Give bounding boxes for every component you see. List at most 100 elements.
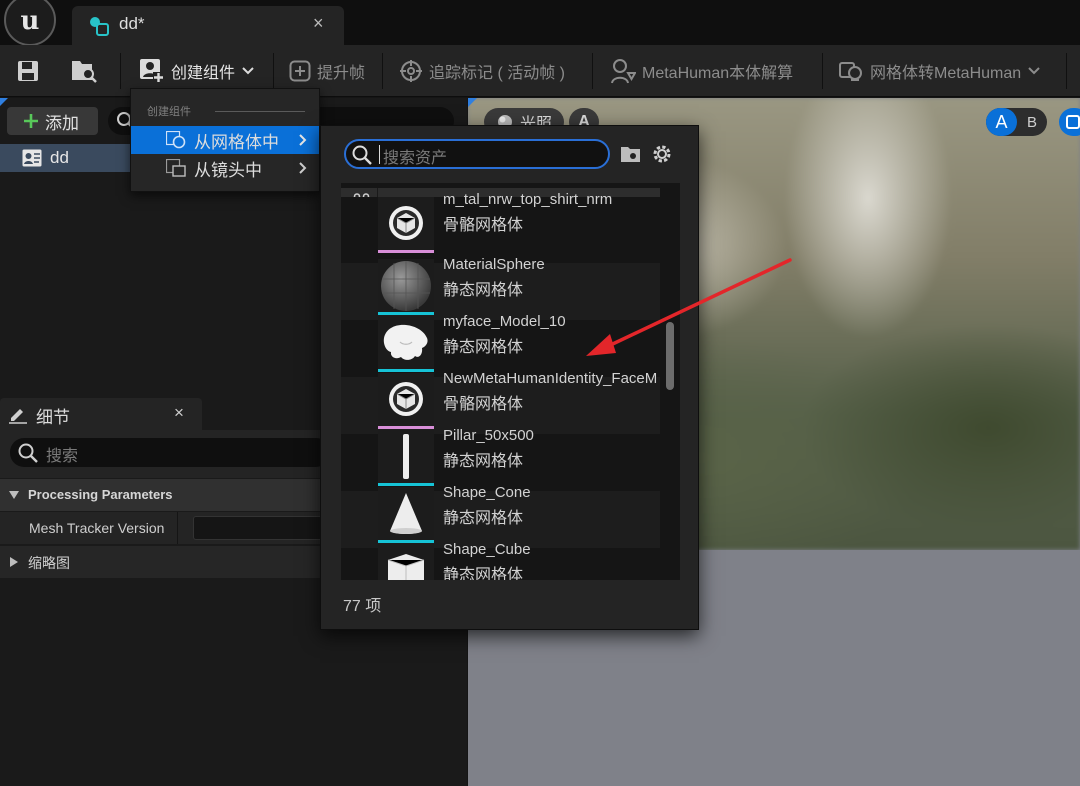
browse-asset-button[interactable] xyxy=(70,45,98,97)
add-component-button[interactable]: 添加 xyxy=(7,107,98,135)
crosshair-icon xyxy=(399,59,423,83)
identity-solve-label: MetaHuman本体解算 xyxy=(642,65,794,82)
menu-item-from-mesh[interactable]: 从网格体中 xyxy=(131,126,319,154)
metahuman-identity-icon xyxy=(88,15,110,37)
add-label: 添加 xyxy=(45,113,79,133)
identity-component-icon xyxy=(22,149,42,167)
annotation-arrow xyxy=(586,258,792,356)
plus-icon xyxy=(23,113,39,129)
static-mesh-type-bar xyxy=(378,369,434,372)
title-bar: u dd* × xyxy=(0,0,1080,46)
asset-name: myface_Model_10 xyxy=(443,313,566,330)
folder-filter-icon[interactable] xyxy=(620,145,642,163)
asset-tab[interactable]: dd* × xyxy=(72,6,344,45)
mesh-to-metahuman-button[interactable]: 网格体转MetaHuman xyxy=(838,45,1041,97)
panel-corner-marker xyxy=(468,98,477,107)
mesh-tracker-version-field[interactable] xyxy=(193,516,333,540)
details-close-button[interactable]: × xyxy=(174,403,184,423)
menu-header: 创建组件 xyxy=(147,106,191,118)
static-mesh-type-bar xyxy=(378,483,434,486)
list-item[interactable]: Shape_Cube 静态网格体 xyxy=(341,541,660,580)
item-count: 77 项 xyxy=(343,598,382,615)
asset-type: 静态网格体 xyxy=(443,567,524,580)
search-icon xyxy=(17,442,39,464)
menu-item-from-footage[interactable]: 从镜头中 xyxy=(131,154,319,182)
ab-toggle-a[interactable]: A xyxy=(986,108,1017,136)
asset-name: MaterialSphere xyxy=(443,256,545,273)
asset-name: NewMetaHumanIdentity_FaceM xyxy=(443,370,658,387)
panel-corner-marker xyxy=(0,98,8,106)
mesh-to-metahuman-icon xyxy=(838,58,864,84)
svg-text:u: u xyxy=(21,6,40,36)
search-icon xyxy=(351,144,373,166)
asset-name: m_tal_nrw_top_shirt_nrm xyxy=(443,191,613,208)
mesh-source-icon xyxy=(166,131,186,149)
menu-item-label: 从镜头中 xyxy=(194,160,262,180)
toolbar-separator xyxy=(822,53,823,89)
tab-close-button[interactable]: × xyxy=(313,13,324,34)
mesh-to-metahuman-label: 网格体转MetaHuman xyxy=(870,65,1022,82)
asset-thumbnail xyxy=(378,259,434,312)
skeletal-mesh-type-bar xyxy=(378,426,434,429)
identity-solve-button[interactable]: MetaHuman本体解算 xyxy=(610,45,793,97)
property-label: Mesh Tracker Version xyxy=(29,520,165,536)
asset-type: 骨骼网格体 xyxy=(443,396,524,413)
asset-type: 静态网格体 xyxy=(443,339,524,356)
chevron-down-icon xyxy=(1027,64,1041,78)
triangle-right-icon xyxy=(9,556,19,568)
ab-toggle: A B xyxy=(986,108,1047,136)
text-caret xyxy=(379,145,380,164)
list-item[interactable]: m_tal_nrw_top_shirt_nrm 骨骼网格体 xyxy=(341,191,660,254)
toolbar-separator xyxy=(592,53,593,89)
property-divider xyxy=(177,512,178,544)
list-item[interactable]: NewMetaHumanIdentity_FaceM 骨骼网格体 xyxy=(341,370,660,434)
section-title: Processing Parameters xyxy=(28,487,173,502)
pencil-icon xyxy=(8,404,28,424)
square-icon xyxy=(1066,115,1080,129)
asset-thumbnail xyxy=(378,316,434,369)
asset-type: 骨骼网格体 xyxy=(443,217,524,234)
unreal-logo-icon[interactable]: u xyxy=(4,0,56,46)
toolbar-separator xyxy=(120,53,121,89)
static-mesh-type-bar xyxy=(378,540,434,543)
browse-asset-icon xyxy=(70,58,98,84)
toolbar-separator xyxy=(273,53,274,89)
footage-source-icon xyxy=(166,159,186,177)
triangle-down-icon xyxy=(8,490,20,500)
save-button[interactable] xyxy=(16,45,40,97)
ab-toggle-b[interactable]: B xyxy=(1017,108,1047,136)
skeletal-mesh-type-bar xyxy=(378,250,434,253)
thumbnail-section-title: 缩略图 xyxy=(28,555,70,571)
tree-item-label: dd xyxy=(50,148,69,167)
track-markers-button[interactable]: 追踪标记 ( 活动帧 ) xyxy=(399,45,565,97)
asset-type: 静态网格体 xyxy=(443,510,524,527)
create-component-label: 创建组件 xyxy=(171,65,236,82)
asset-search-placeholder: 搜索资产 xyxy=(383,150,448,167)
details-title: 细节 xyxy=(36,408,70,427)
tab-title: dd* xyxy=(119,14,145,33)
tree-item-dd[interactable]: dd xyxy=(0,144,130,172)
details-tab[interactable]: 细节 × xyxy=(0,398,202,430)
details-search-placeholder: 搜索 xyxy=(46,448,79,465)
asset-type: 静态网格体 xyxy=(443,453,524,470)
asset-name: Pillar_50x500 xyxy=(443,427,534,444)
list-item[interactable]: Pillar_50x500 静态网格体 xyxy=(341,427,660,491)
details-search-input[interactable]: 搜索 xyxy=(10,438,330,467)
static-mesh-type-bar xyxy=(378,312,434,315)
create-component-menu: 创建组件 从网格体中 从镜头中 xyxy=(130,88,320,192)
viewport-mode-button[interactable] xyxy=(1059,108,1080,136)
add-frame-icon xyxy=(289,60,311,82)
asset-thumbnail xyxy=(378,544,434,580)
menu-item-label: 从网格体中 xyxy=(194,132,279,152)
identity-solve-icon xyxy=(610,57,636,85)
chevron-right-icon xyxy=(298,133,308,147)
chevron-down-icon xyxy=(241,64,255,78)
asset-list: 命名 m_tal_nrw_top_shirt_nrm 骨骼网格体 Materia… xyxy=(341,183,680,580)
list-item[interactable]: Shape_Cone 静态网格体 xyxy=(341,484,660,548)
asset-type: 静态网格体 xyxy=(443,282,524,299)
promote-frame-label: 提升帧 xyxy=(317,65,366,82)
asset-search-input[interactable]: 搜索资产 xyxy=(344,139,610,169)
settings-gear-icon[interactable] xyxy=(651,143,673,165)
create-component-icon xyxy=(139,58,165,84)
save-icon xyxy=(16,59,40,83)
